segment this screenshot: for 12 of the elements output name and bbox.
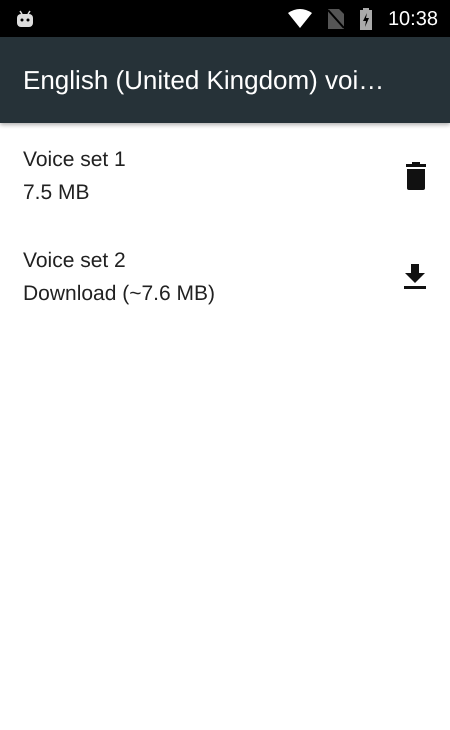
- battery-icon: [360, 8, 372, 30]
- voice-set-size: Download (~7.6 MB): [23, 280, 216, 306]
- voice-set-size: 7.5 MB: [23, 180, 91, 206]
- download-icon[interactable]: [404, 264, 426, 290]
- wifi-icon: [288, 8, 312, 28]
- no-sim-icon: [328, 8, 344, 28]
- robot-icon: [16, 10, 34, 28]
- voice-set-name: Voice set 2: [23, 248, 127, 274]
- toolbar-title: English (United Kingdom) voi…: [23, 64, 384, 96]
- clock-time: 10:38: [388, 6, 438, 32]
- voice-set-name: Voice set 1: [23, 146, 126, 172]
- trash-icon[interactable]: [406, 162, 426, 190]
